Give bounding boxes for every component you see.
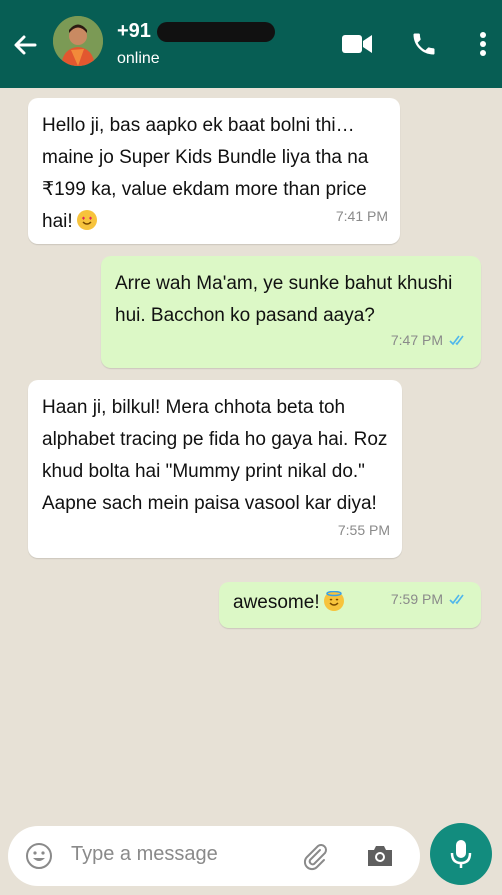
double-check-icon xyxy=(449,594,464,605)
mic-icon xyxy=(450,840,472,868)
chat-header: +91 online xyxy=(0,0,502,88)
camera-icon[interactable] xyxy=(365,843,395,869)
emoji-icon[interactable] xyxy=(25,842,53,870)
redacted-number xyxy=(156,21,275,42)
message-composer[interactable]: Type a message xyxy=(8,826,420,886)
contact-status: online xyxy=(117,50,160,67)
message-list[interactable]: Hello ji, bas aapko ek baat bolni thi… m… xyxy=(0,88,502,808)
message-meta: 7:55 PM xyxy=(338,514,390,546)
message-bubble-incoming[interactable]: Hello ji, bas aapko ek baat bolni thi… m… xyxy=(28,98,400,244)
message-text: awesome! xyxy=(233,592,320,613)
contact-avatar[interactable] xyxy=(53,16,103,66)
contact-phone[interactable]: +91 xyxy=(117,20,275,43)
heart-eyes-emoji-icon xyxy=(76,210,97,230)
message-meta: 7:47 PM xyxy=(391,324,469,356)
message-bubble-outgoing[interactable]: awesome! 7:59 PM xyxy=(219,582,481,628)
message-text: Arre wah Ma'am, ye sunke bahut khushi hu… xyxy=(115,273,453,326)
more-vertical-icon[interactable] xyxy=(478,30,488,58)
smiling-halo-emoji-icon xyxy=(323,591,344,611)
double-check-icon xyxy=(449,335,464,346)
message-time: 7:59 PM xyxy=(390,591,443,607)
message-meta: 7:41 PM xyxy=(336,200,388,232)
phone-prefix: +91 xyxy=(117,20,151,42)
video-call-icon[interactable] xyxy=(341,32,373,56)
message-input[interactable]: Type a message xyxy=(71,843,218,866)
back-arrow-icon[interactable] xyxy=(10,30,40,60)
voice-message-button[interactable] xyxy=(430,823,492,885)
message-time: 7:55 PM xyxy=(337,522,390,538)
attach-icon[interactable] xyxy=(300,841,330,871)
message-meta: 7:59 PM xyxy=(391,583,469,615)
message-time: 7:41 PM xyxy=(335,208,388,224)
message-text: Haan ji, bilkul! Mera chhota beta toh al… xyxy=(42,397,388,514)
message-bubble-incoming[interactable]: Haan ji, bilkul! Mera chhota beta toh al… xyxy=(28,380,402,558)
message-bubble-outgoing[interactable]: Arre wah Ma'am, ye sunke bahut khushi hu… xyxy=(101,256,481,368)
phone-call-icon[interactable] xyxy=(410,30,438,58)
message-time: 7:47 PM xyxy=(390,332,443,348)
